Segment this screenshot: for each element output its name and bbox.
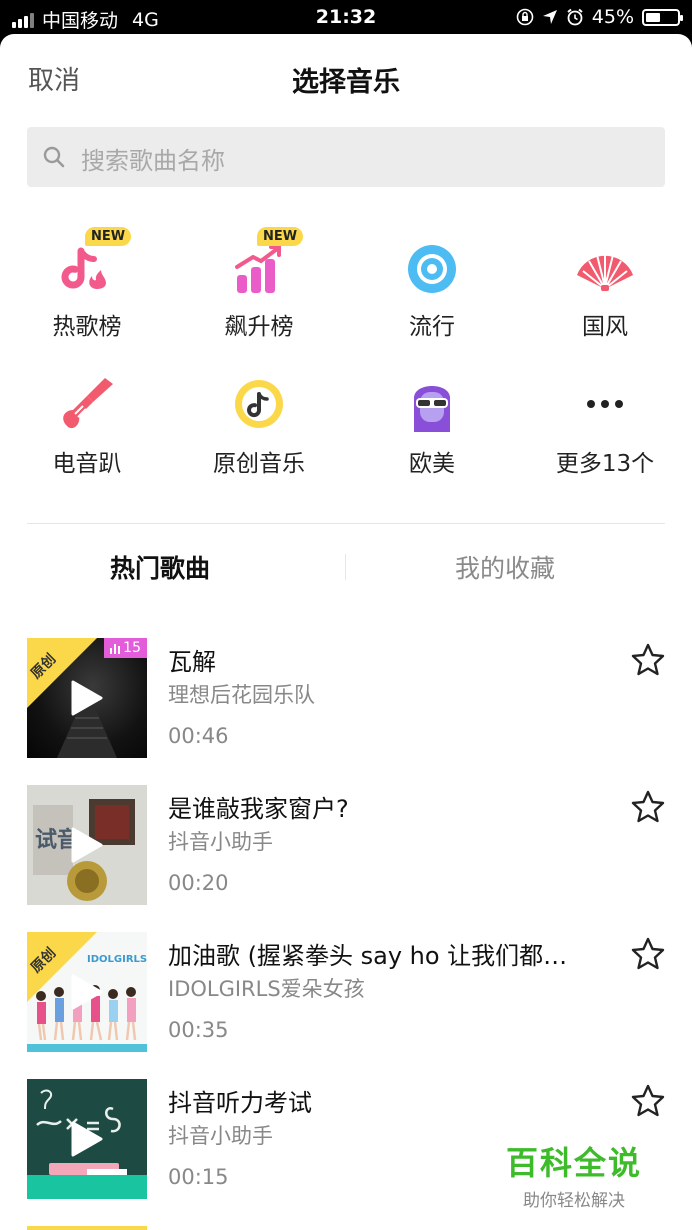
location-icon [542, 10, 557, 24]
category-original[interactable]: 原创音乐 [173, 374, 345, 478]
song-item[interactable]: 试音 是谁敲我家窗户? 抖音小助手 00:20 [0, 785, 692, 915]
song-title: 是谁敲我家窗户? [168, 795, 349, 823]
category-label: 国风 [582, 314, 628, 340]
song-item[interactable]: 原创 15 瓦解 理想后花园乐队 00:46 [0, 638, 692, 768]
category-pop[interactable]: 流行 [346, 237, 518, 341]
album-cover[interactable] [27, 1079, 147, 1199]
search-placeholder: 搜索歌曲名称 [81, 147, 225, 175]
electric-guitar-icon [63, 378, 113, 429]
watermark: 百科全说 助你轻松解决 [506, 1138, 642, 1211]
category-label: 热歌榜 [52, 314, 122, 340]
category-label: 流行 [409, 314, 455, 340]
play-icon[interactable] [71, 827, 103, 863]
song-title: 抖音听力考试 [168, 1089, 312, 1117]
category-more[interactable]: 更多13个 [519, 374, 691, 478]
song-duration: 00:35 [168, 1018, 229, 1042]
song-artist: 理想后花园乐队 [168, 683, 315, 707]
category-edm[interactable]: 电音趴 [1, 374, 173, 478]
album-cover[interactable]: IDOLGIRLS 原创 [27, 932, 147, 1052]
pop-disc-icon [408, 245, 456, 293]
rotation-lock-icon [516, 8, 534, 26]
search-icon [43, 146, 65, 168]
star-icon[interactable] [630, 789, 666, 825]
song-title: 加油歌 (握紧拳头 say ho 让我们都… [168, 942, 568, 970]
category-western[interactable]: 欧美 [346, 374, 518, 478]
watermark-title: 百科全说 [505, 1144, 642, 1182]
rank-number: 15 [123, 640, 141, 656]
song-artist: 抖音小助手 [168, 1124, 273, 1148]
search-input[interactable]: 搜索歌曲名称 [27, 127, 665, 187]
watermark-subtitle: 助你轻松解决 [522, 1191, 625, 1211]
category-label: 更多13个 [555, 451, 655, 477]
song-duration: 00:15 [168, 1165, 229, 1189]
next-item-peek [27, 1226, 147, 1230]
rank-badge: 15 [104, 638, 147, 658]
battery-icon [642, 8, 683, 26]
song-artist: 抖音小助手 [168, 830, 273, 854]
new-badge: NEW [85, 227, 132, 246]
tab-hot-songs[interactable]: 热门歌曲 [0, 549, 320, 585]
alarm-icon [567, 8, 583, 26]
battery-percent: 45% [591, 6, 634, 28]
category-guofeng[interactable]: 国风 [519, 237, 691, 341]
song-title: 瓦解 [168, 648, 216, 676]
play-icon[interactable] [71, 974, 103, 1010]
category-rising[interactable]: NEW 飙升榜 [173, 227, 345, 341]
star-icon[interactable] [630, 642, 666, 678]
tab-my-favorites[interactable]: 我的收藏 [345, 549, 665, 585]
song-duration: 00:20 [168, 871, 229, 895]
category-label: 欧美 [409, 451, 455, 477]
rank-bars-icon [110, 643, 121, 654]
play-icon[interactable] [71, 680, 103, 716]
cancel-button[interactable]: 取消 [28, 60, 80, 97]
status-right: 45% [516, 6, 683, 28]
divider [27, 523, 665, 524]
music-picker-sheet: 取消 选择音乐 搜索歌曲名称 NEW 热歌榜 NEW 飙升榜 流行 国风 电音趴… [0, 34, 692, 1230]
rising-chart-icon [235, 245, 281, 293]
hot-songs-icon [61, 247, 106, 289]
category-label: 原创音乐 [213, 451, 305, 477]
song-artist: IDOLGIRLS爱朵女孩 [168, 977, 365, 1001]
category-label: 电音趴 [52, 451, 122, 477]
album-cover[interactable]: 原创 15 [27, 638, 147, 758]
star-icon[interactable] [630, 936, 666, 972]
category-hot-songs[interactable]: NEW 热歌榜 [1, 227, 173, 341]
album-cover[interactable]: 试音 [27, 785, 147, 905]
status-bar: 中国移动 4G 21:32 45% [0, 0, 692, 34]
western-avatar-icon [414, 386, 450, 432]
play-icon[interactable] [71, 1121, 103, 1157]
more-icon [587, 400, 623, 408]
song-item[interactable]: IDOLGIRLS 原创 加油歌 (握紧拳头 say ho 让我们都… IDOL… [0, 932, 692, 1062]
category-label: 飙升榜 [224, 314, 294, 340]
song-duration: 00:46 [168, 724, 229, 748]
star-icon[interactable] [630, 1083, 666, 1119]
new-badge: NEW [257, 227, 304, 246]
header: 取消 选择音乐 [0, 34, 692, 122]
page-title: 选择音乐 [292, 67, 400, 98]
original-music-icon [235, 380, 283, 428]
folding-fan-icon [577, 253, 633, 291]
